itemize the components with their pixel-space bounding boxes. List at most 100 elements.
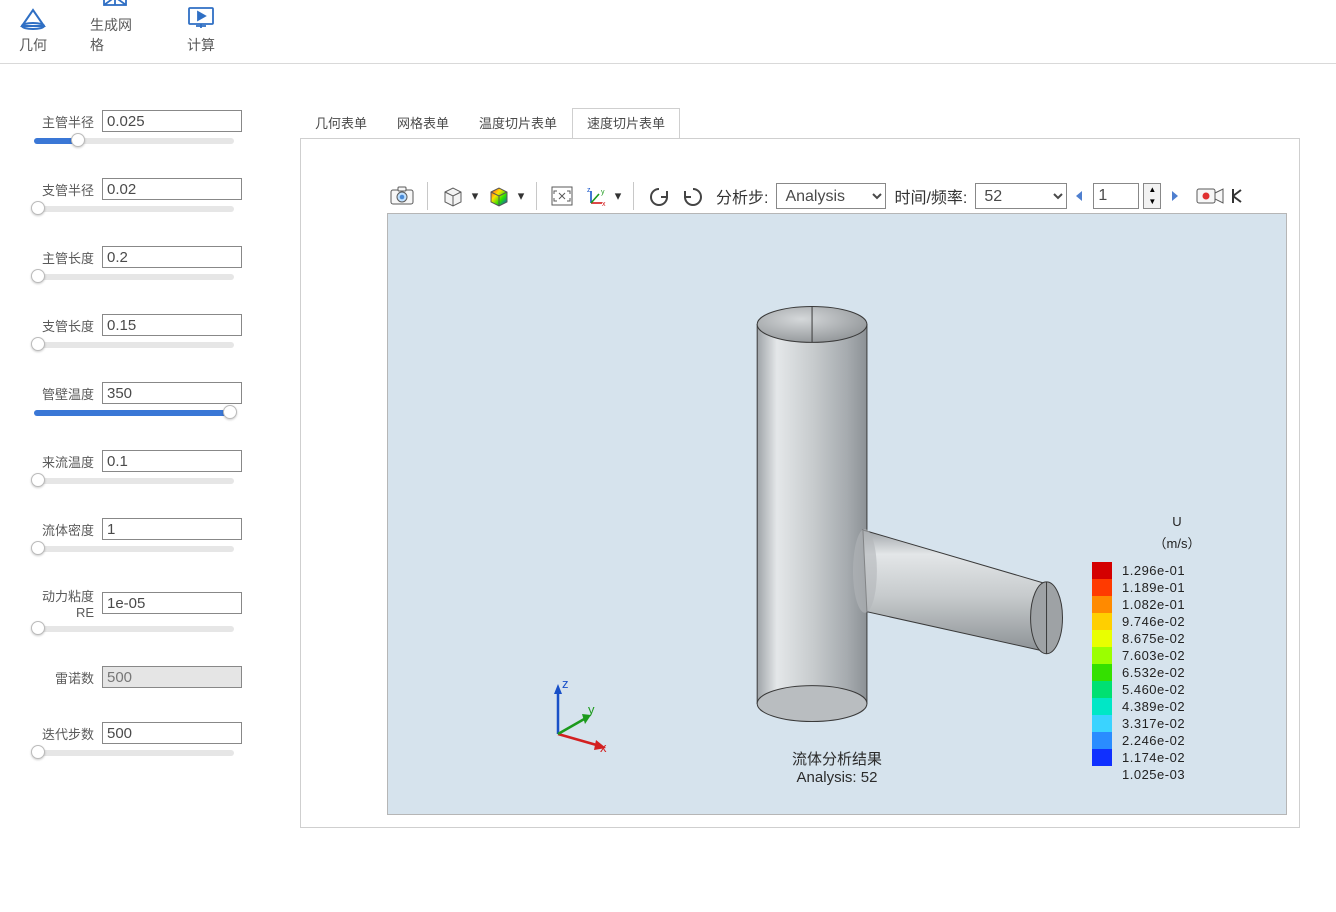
param-slider-density[interactable] [34, 546, 234, 552]
param-branch_length: 支管长度 [34, 314, 288, 348]
tab-mesh[interactable]: 网格表单 [382, 108, 464, 138]
rotate-ccw-icon[interactable] [644, 182, 674, 210]
form-tabs: 几何表单 网格表单 温度切片表单 速度切片表单 [300, 112, 680, 138]
frame-spinner[interactable]: ▲ ▼ [1143, 183, 1161, 209]
legend-swatch [1092, 766, 1112, 783]
legend-row: 9.746e-02 [1092, 613, 1262, 630]
cube-view-icon[interactable] [438, 182, 468, 210]
step-forward-icon[interactable] [1167, 189, 1181, 203]
ribbon: 几何 生成网格 计算 [0, 0, 1336, 64]
param-input-wall_temp[interactable] [102, 382, 242, 404]
param-slider-viscosity[interactable] [34, 626, 234, 632]
param-label-wall_temp: 管壁温度 [34, 384, 94, 403]
legend-swatch [1092, 749, 1112, 766]
viewport-toolbar: ▾ ▾ zyx ▾ 分析步: Analysis 时间/频率: 52 [387, 179, 1247, 213]
param-wall_temp: 管壁温度 [34, 382, 288, 416]
param-input-iterations[interactable] [102, 722, 242, 744]
legend-row: 8.675e-02 [1092, 630, 1262, 647]
axis-triad-dropdown[interactable]: ▾ [613, 188, 623, 204]
legend-value: 9.746e-02 [1122, 614, 1185, 629]
param-input-branch_radius[interactable] [102, 178, 242, 200]
ribbon-mesh-button[interactable]: 生成网格 [90, 0, 144, 55]
param-label-branch_radius: 支管半径 [34, 180, 94, 199]
param-density: 流体密度 [34, 518, 288, 552]
legend-row: 2.246e-02 [1092, 732, 1262, 749]
legend-swatch [1092, 732, 1112, 749]
mesh-icon [100, 0, 134, 11]
svg-text:y: y [601, 189, 605, 196]
viewport-frame: ▾ ▾ zyx ▾ 分析步: Analysis 时间/频率: 52 [300, 138, 1300, 828]
colormap-dropdown[interactable]: ▾ [516, 188, 526, 204]
fit-view-icon[interactable] [547, 182, 577, 210]
legend-value: 8.675e-02 [1122, 631, 1185, 646]
tab-velocity-slice[interactable]: 速度切片表单 [572, 108, 680, 139]
legend-row: 5.460e-02 [1092, 681, 1262, 698]
cube-view-dropdown[interactable]: ▾ [470, 188, 480, 204]
svg-text:z: z [587, 187, 591, 194]
ribbon-geometry-label: 几何 [19, 35, 47, 55]
model-caption: 流体分析结果 Analysis: 52 [792, 748, 882, 786]
expand-right-icon[interactable] [1229, 182, 1247, 210]
param-input-main_radius[interactable] [102, 110, 242, 132]
legend-swatch [1092, 613, 1112, 630]
legend-swatch [1092, 630, 1112, 647]
param-input-inflow_temp[interactable] [102, 450, 242, 472]
legend-title: U [1092, 514, 1262, 529]
caption-line2: Analysis: 52 [792, 769, 882, 786]
param-input-reynolds [102, 666, 242, 688]
rotate-cw-icon[interactable] [678, 182, 708, 210]
param-slider-branch_radius[interactable] [34, 206, 234, 212]
ribbon-compute-label: 计算 [187, 35, 215, 55]
legend-value: 3.317e-02 [1122, 716, 1185, 731]
param-inflow_temp: 来流温度 [34, 450, 288, 484]
param-slider-main_length[interactable] [34, 274, 234, 280]
param-label-density: 流体密度 [34, 520, 94, 539]
svg-text:z: z [562, 676, 569, 691]
ribbon-mesh-label: 生成网格 [90, 15, 144, 55]
param-slider-wall_temp[interactable] [34, 410, 234, 416]
param-label-inflow_temp: 来流温度 [34, 452, 94, 471]
axis-triad: z y x [538, 674, 618, 754]
param-input-viscosity[interactable] [102, 592, 242, 614]
camera-record-icon[interactable] [1195, 182, 1225, 210]
frame-down[interactable]: ▼ [1144, 196, 1160, 208]
param-slider-inflow_temp[interactable] [34, 478, 234, 484]
step-back-icon[interactable] [1073, 189, 1087, 203]
frame-up[interactable]: ▲ [1144, 184, 1160, 196]
legend-row: 1.296e-01 [1092, 562, 1262, 579]
legend-value: 7.603e-02 [1122, 648, 1185, 663]
param-slider-main_radius[interactable] [34, 138, 234, 144]
legend-swatch [1092, 681, 1112, 698]
svg-text:x: x [602, 201, 606, 207]
frame-input[interactable] [1093, 183, 1139, 209]
tab-geometry[interactable]: 几何表单 [300, 108, 382, 138]
param-label-main_length: 主管长度 [34, 248, 94, 267]
param-input-density[interactable] [102, 518, 242, 540]
ribbon-geometry-button[interactable]: 几何 [6, 3, 60, 55]
legend-value: 1.082e-01 [1122, 597, 1185, 612]
legend-value: 6.532e-02 [1122, 665, 1185, 680]
time-select[interactable]: 52 [975, 183, 1067, 209]
legend-value: 2.246e-02 [1122, 733, 1185, 748]
tab-temp-slice[interactable]: 温度切片表单 [464, 108, 572, 138]
legend-value: 1.174e-02 [1122, 750, 1185, 765]
legend-value: 1.296e-01 [1122, 563, 1185, 578]
colormap-icon[interactable] [484, 182, 514, 210]
param-main_length: 主管长度 [34, 246, 288, 280]
ribbon-compute-button[interactable]: 计算 [174, 3, 228, 55]
param-label-reynolds: 雷诺数 [34, 668, 94, 687]
param-slider-branch_length[interactable] [34, 342, 234, 348]
3d-canvas[interactable]: z y x 流体分析结果 Analysis: 52 U （m/s） 1.296e… [387, 213, 1287, 815]
param-label-iterations: 迭代步数 [34, 724, 94, 743]
snapshot-icon[interactable] [387, 182, 417, 210]
param-label-branch_length: 支管长度 [34, 316, 94, 335]
legend-row: 7.603e-02 [1092, 647, 1262, 664]
param-slider-iterations[interactable] [34, 750, 234, 756]
param-input-main_length[interactable] [102, 246, 242, 268]
legend-value: 1.025e-03 [1122, 767, 1185, 782]
param-label-viscosity: 动力粘度RE [34, 586, 94, 620]
legend-row: 1.025e-03 [1092, 766, 1262, 783]
axis-triad-icon[interactable]: z yx [581, 182, 611, 210]
param-input-branch_length[interactable] [102, 314, 242, 336]
step-select[interactable]: Analysis [776, 183, 886, 209]
